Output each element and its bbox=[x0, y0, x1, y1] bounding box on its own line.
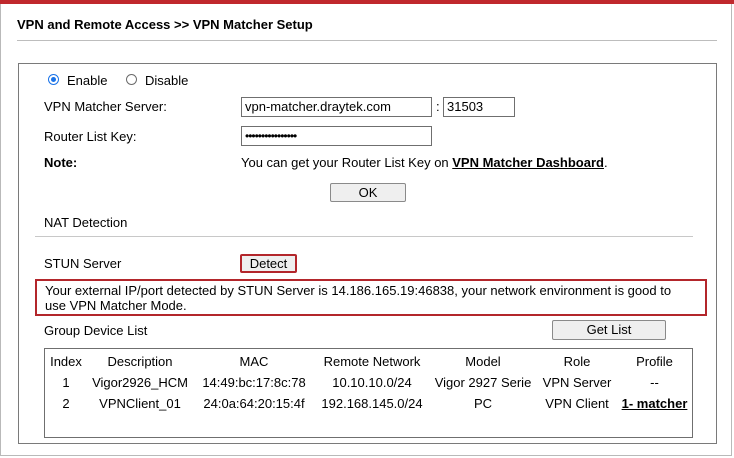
stun-result-line1: Your external IP/port detected by STUN S… bbox=[45, 283, 672, 298]
cell-remote-network: 10.10.10.0/24 bbox=[332, 375, 412, 390]
server-host-input[interactable]: vpn-matcher.draytek.com bbox=[241, 97, 432, 117]
server-port-separator: : bbox=[436, 99, 440, 114]
col-description: Description bbox=[107, 354, 173, 369]
note-suffix: . bbox=[603, 155, 608, 170]
group-device-list-label: Group Device List bbox=[44, 323, 148, 338]
dashboard-link[interactable]: VPN Matcher Dashboard bbox=[452, 155, 604, 170]
note-label: Note: bbox=[44, 155, 78, 170]
cell-mac: 14:49:bc:17:8c:78 bbox=[202, 375, 306, 390]
nat-divider bbox=[35, 236, 693, 237]
device-table-header: Index Description MAC Remote Network Mod… bbox=[45, 351, 692, 372]
title-divider bbox=[17, 40, 717, 41]
device-list-box: Index Description MAC Remote Network Mod… bbox=[44, 348, 693, 438]
router-key-label: Router List Key: bbox=[44, 129, 137, 144]
disable-radio[interactable] bbox=[126, 74, 137, 85]
stun-result-line2: use VPN Matcher Mode. bbox=[45, 298, 187, 313]
cell-profile: 1- matcher bbox=[617, 393, 692, 414]
cell-model: PC bbox=[473, 396, 493, 411]
table-row[interactable]: 2 VPNClient_01 24:0a:64:20:15:4f 192.168… bbox=[45, 393, 692, 414]
server-port-input[interactable]: 31503 bbox=[443, 97, 515, 117]
enable-label: Enable bbox=[67, 73, 108, 88]
cell-description: VPNClient_01 bbox=[99, 396, 181, 411]
cell-role: VPN Client bbox=[545, 396, 609, 411]
cell-profile: -- bbox=[650, 375, 659, 390]
col-profile: Profile bbox=[636, 354, 673, 369]
stun-server-label: STUN Server bbox=[44, 256, 122, 271]
cell-model: Vigor 2927 Serie bbox=[434, 375, 532, 390]
top-accent-bar bbox=[0, 0, 734, 4]
profile-link[interactable]: 1- matcher bbox=[622, 396, 688, 411]
col-model: Model bbox=[465, 354, 501, 369]
note-text: You can get your Router List Key on VPN … bbox=[241, 155, 608, 170]
cell-description: Vigor2926_HCM bbox=[92, 375, 188, 390]
cell-mac: 24:0a:64:20:15:4f bbox=[203, 396, 305, 411]
col-index: Index bbox=[50, 354, 82, 369]
col-remote-network: Remote Network bbox=[323, 354, 421, 369]
cell-index: 1 bbox=[62, 375, 70, 390]
server-label: VPN Matcher Server: bbox=[44, 99, 167, 114]
enable-radio[interactable] bbox=[48, 74, 59, 85]
nat-detection-heading: NAT Detection bbox=[44, 215, 128, 230]
stun-result-message: Your external IP/port detected by STUN S… bbox=[35, 279, 707, 316]
col-mac: MAC bbox=[239, 354, 269, 369]
get-list-button[interactable]: Get List bbox=[552, 320, 666, 340]
router-key-input[interactable]: •••••••••••••••• bbox=[241, 126, 432, 146]
ok-button[interactable]: OK bbox=[330, 183, 406, 202]
cell-remote-network: 192.168.145.0/24 bbox=[321, 396, 423, 411]
table-row[interactable]: 1 Vigor2926_HCM 14:49:bc:17:8c:78 10.10.… bbox=[45, 372, 692, 393]
col-role: Role bbox=[563, 354, 591, 369]
device-table: Index Description MAC Remote Network Mod… bbox=[45, 351, 692, 414]
cell-index: 2 bbox=[62, 396, 70, 411]
page-title: VPN and Remote Access >> VPN Matcher Set… bbox=[17, 17, 313, 32]
detect-button[interactable]: Detect bbox=[240, 254, 297, 273]
note-prefix: You can get your Router List Key on bbox=[241, 155, 453, 170]
disable-label: Disable bbox=[145, 73, 189, 88]
cell-role: VPN Server bbox=[542, 375, 612, 390]
